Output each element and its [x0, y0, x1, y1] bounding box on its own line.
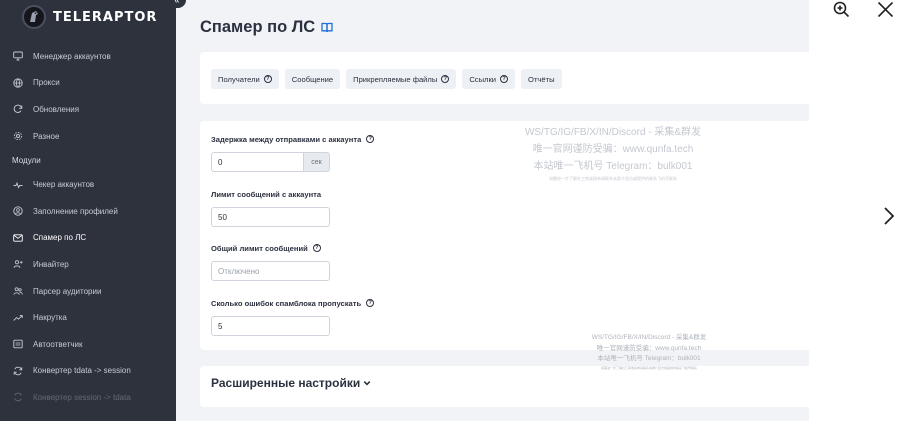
total-limit-input[interactable]: Отключено [211, 261, 330, 281]
sidebar-item-label: Автоответчик [33, 339, 83, 349]
brand[interactable]: TELERAPTOR [22, 4, 157, 30]
field-label: Сколько ошибок спамблока пропускать ? [211, 297, 375, 309]
user-circle-icon [13, 206, 23, 216]
tabs-card: Получатели ? Сообщение Прикрепляемые фай… [200, 52, 809, 104]
tab-label: Ссылки [469, 74, 497, 84]
sidebar-item-session-to-tdata[interactable]: Конвертер session -> tdata [0, 384, 176, 411]
message-icon [13, 339, 23, 349]
field-label: Задержка между отправками с аккаунта ? [211, 133, 375, 145]
close-icon[interactable] [874, 0, 896, 18]
sidebar-item-label: Обновления [33, 104, 80, 114]
tab-recipients[interactable]: Получатели ? [211, 69, 279, 89]
tab-label: Отчёты [528, 74, 555, 84]
brand-name: TELERAPTOR [53, 9, 158, 25]
sidebar-item-updates[interactable]: Обновления [0, 96, 176, 123]
sidebar-item-profile-fill[interactable]: Заполнение профилей [0, 198, 176, 225]
sidebar-item-label: Конвертер tdata -> session [33, 366, 131, 376]
help-icon[interactable]: ? [366, 135, 375, 143]
tab-reports[interactable]: Отчёты [521, 69, 562, 89]
zoom-in-icon[interactable] [830, 0, 852, 18]
sidebar-item-label: Заполнение профилей [33, 206, 118, 216]
raptor-logo-icon [22, 5, 46, 29]
help-icon[interactable]: ? [263, 75, 272, 83]
help-icon[interactable]: ? [500, 75, 509, 83]
sidebar-item-boost[interactable]: Накрутка [0, 304, 176, 331]
globe-icon [13, 78, 23, 88]
sidebar-item-tdata-to-session[interactable]: Конвертер tdata -> session [0, 358, 176, 385]
sidebar-item-label: Накрутка [33, 313, 67, 323]
advanced-settings-card[interactable]: Расширенные настройки [200, 366, 809, 407]
sidebar-item-proxy[interactable]: Прокси [0, 70, 176, 97]
help-icon[interactable]: ? [366, 299, 375, 307]
convert-icon [13, 366, 23, 376]
advanced-settings-title: Расширенные настройки [211, 376, 361, 390]
delay-field: Задержка между отправками с аккаунта ? 0… [211, 133, 375, 172]
sidebar-item-misc[interactable]: Разное [0, 123, 176, 150]
user-plus-icon [13, 259, 23, 269]
page-title-text: Спамер по ЛС [200, 18, 316, 36]
tab-attached-files[interactable]: Прикрепляемые файлы ? [346, 69, 457, 89]
sidebar-item-account-checker[interactable]: Чекер аккаунтов [0, 171, 176, 198]
limit-per-account-field: Лимит сообщений с аккаунта 50 [211, 188, 330, 227]
total-limit-label: Общий лимит сообщений [211, 243, 308, 253]
help-icon[interactable]: ? [441, 75, 450, 83]
tab-label: Сообщение [291, 74, 334, 84]
sidebar-item-label: Прокси [33, 78, 60, 88]
monitor-icon [13, 51, 23, 61]
tab-bar: Получатели ? Сообщение Прикрепляемые фай… [211, 69, 562, 89]
main-content: Спамер по ЛС Получатели ? Сообщение Прик… [176, 0, 809, 421]
sidebar-item-label: Парсер аудитории [33, 286, 102, 296]
sidebar-item-audience-parser[interactable]: Парсер аудитории [0, 278, 176, 305]
sidebar-item-label: Менеджер аккаунтов [33, 51, 111, 61]
delay-input-group: 0 сек [211, 152, 330, 172]
field-label: Лимит сообщений с аккаунта [211, 188, 330, 200]
sidebar-nav: Менеджер аккаунтов Прокси Обновления Раз… [0, 43, 176, 411]
sidebar-item-label: Инвайтер [33, 259, 69, 269]
delay-label: Задержка между отправками с аккаунта [211, 134, 362, 144]
limit-per-account-label: Лимит сообщений с аккаунта [211, 189, 322, 199]
sidebar-item-account-manager[interactable]: Менеджер аккаунтов [0, 43, 176, 70]
delay-input[interactable]: 0 [211, 152, 304, 172]
settings-form-card: Задержка между отправками с аккаунта ? 0… [200, 121, 809, 350]
spamblock-errors-field: Сколько ошибок спамблока пропускать ? 5 [211, 297, 375, 336]
refresh-icon [13, 104, 23, 114]
sidebar-item-inviter[interactable]: Инвайтер [0, 251, 176, 278]
total-limit-field: Общий лимит сообщений ? Отключено [211, 242, 330, 281]
page-title: Спамер по ЛС [200, 18, 333, 37]
sidebar-item-label: Чекер аккаунтов [33, 180, 95, 190]
tab-label: Получатели [218, 74, 260, 84]
spamblock-errors-label: Сколько ошибок спамблока пропускать [211, 298, 362, 308]
help-icon[interactable]: ? [312, 244, 321, 252]
sidebar-item-label: Разное [33, 131, 60, 141]
sidebar-item-label: Спамер по ЛС [33, 233, 87, 243]
trend-icon [13, 313, 23, 323]
app-window: TELERAPTOR Менеджер аккаунтов Прокси Обн… [0, 0, 900, 421]
pulse-icon [13, 180, 23, 190]
tab-message[interactable]: Сообщение [284, 69, 341, 89]
sidebar-section-modules: Модули [12, 155, 41, 165]
gear-icon [13, 131, 23, 141]
users-icon [13, 286, 23, 296]
sidebar-item-autoresponder[interactable]: Автоответчик [0, 331, 176, 358]
delay-unit: сек [304, 152, 330, 172]
chevron-down-icon [363, 376, 371, 390]
sidebar: TELERAPTOR Менеджер аккаунтов Прокси Обн… [0, 0, 176, 421]
field-label: Общий лимит сообщений ? [211, 242, 330, 254]
convert-icon [13, 392, 23, 402]
chevron-right-icon[interactable] [878, 203, 900, 229]
limit-per-account-input[interactable]: 50 [211, 207, 330, 227]
book-icon[interactable] [321, 22, 333, 33]
mail-icon [13, 233, 23, 243]
sidebar-item-label: Конвертер session -> tdata [33, 392, 131, 402]
tab-label: Прикрепляемые файлы [353, 74, 438, 84]
sidebar-item-dm-spammer[interactable]: Спамер по ЛС [0, 225, 176, 252]
tab-links[interactable]: Ссылки ? [462, 69, 516, 89]
advanced-settings-toggle[interactable]: Расширенные настройки [211, 376, 371, 390]
spamblock-errors-input[interactable]: 5 [211, 316, 330, 336]
